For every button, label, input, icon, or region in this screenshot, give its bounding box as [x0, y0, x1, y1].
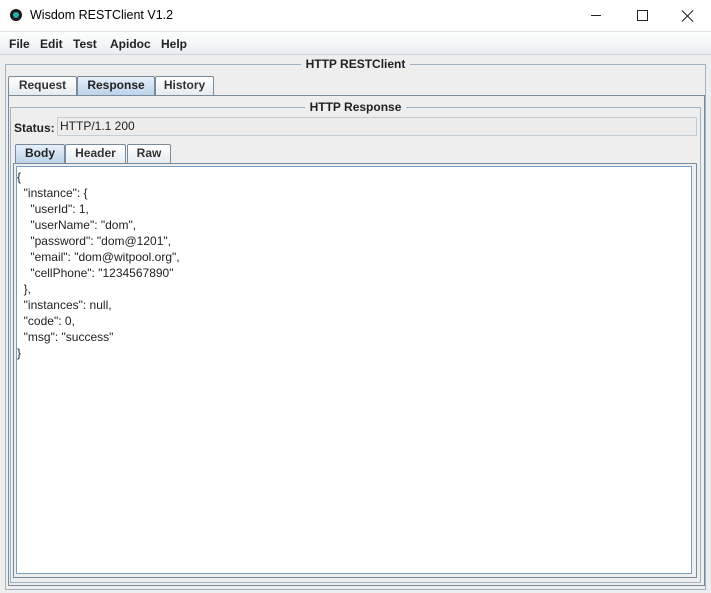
tab-request[interactable]: Request [8, 76, 77, 95]
menu-bar: File Edit Test Apidoc Help [0, 32, 711, 55]
menu-help[interactable]: Help [161, 37, 187, 51]
tab-history[interactable]: History [155, 76, 214, 95]
close-icon [682, 10, 694, 22]
tab-raw[interactable]: Raw [127, 144, 171, 163]
tab-body[interactable]: Body [15, 144, 65, 163]
maximize-button[interactable] [619, 0, 665, 31]
tab-header[interactable]: Header [65, 144, 126, 163]
menu-test[interactable]: Test [73, 37, 97, 51]
minimize-button[interactable] [573, 0, 619, 31]
response-body-textarea[interactable]: { "instance": { "userId": 1, "userName":… [16, 166, 692, 574]
close-button[interactable] [665, 0, 711, 31]
app-logo-icon [10, 9, 22, 21]
maximize-icon [636, 10, 648, 21]
status-label: Status: [14, 121, 55, 135]
window-title: Wisdom RESTClient V1.2 [30, 8, 174, 22]
status-field[interactable]: HTTP/1.1 200 [57, 117, 697, 136]
minimize-icon [591, 15, 601, 16]
http-response-panel-title: HTTP Response [0, 100, 711, 114]
menu-edit[interactable]: Edit [40, 37, 63, 51]
menu-apidoc[interactable]: Apidoc [110, 37, 151, 51]
tab-response[interactable]: Response [77, 76, 155, 95]
restclient-panel-title: HTTP RESTClient [0, 57, 711, 71]
menu-file[interactable]: File [9, 37, 30, 51]
title-bar[interactable]: Wisdom RESTClient V1.2 [0, 0, 711, 32]
